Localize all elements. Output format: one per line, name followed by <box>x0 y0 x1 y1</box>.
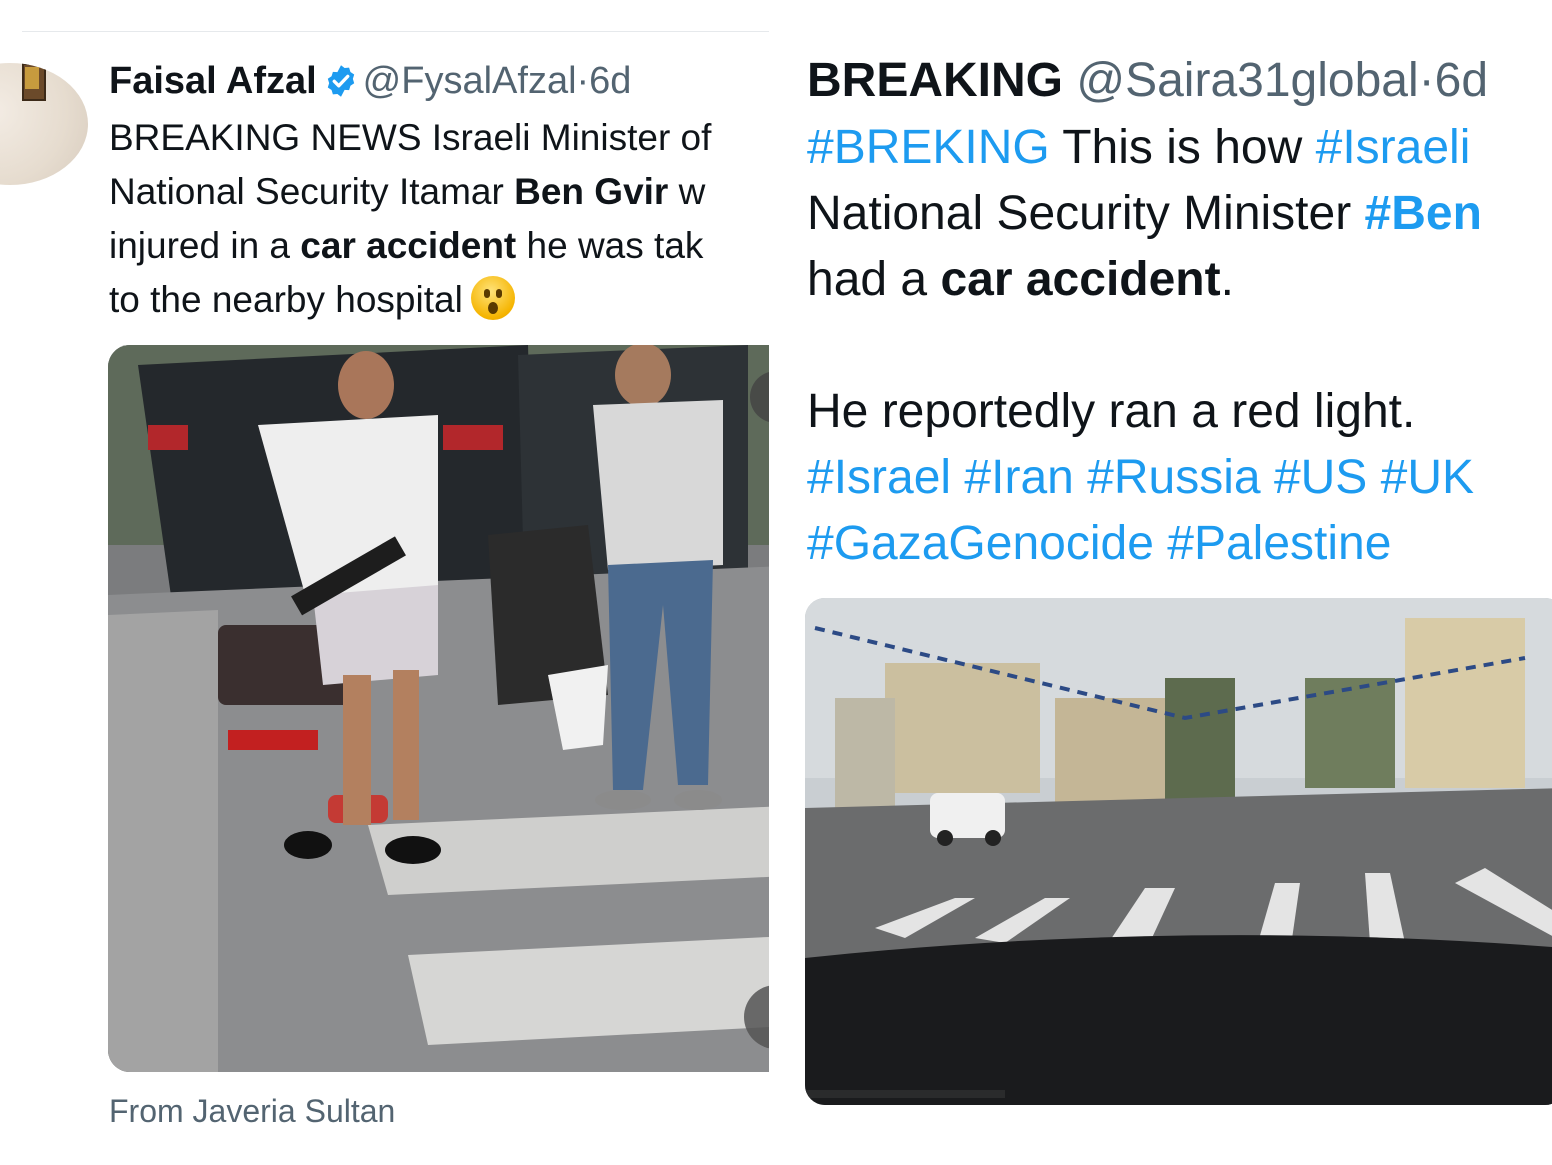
hashtag-link[interactable]: #BREKING <box>807 121 1050 174</box>
text-line: w <box>668 171 706 212</box>
avatar-picture-inner <box>25 67 39 89</box>
text-line: injured in a <box>109 225 301 266</box>
text-line: He reportedly ran a red light. <box>807 385 1416 438</box>
hashtag-link[interactable]: #Palestine <box>1167 517 1391 570</box>
text-line: he was tak <box>516 225 704 266</box>
hashtag-link[interactable]: #Iran <box>964 451 1073 504</box>
from-attribution[interactable]: From Javeria Sultan <box>109 1093 395 1130</box>
tweet-text: #BREKING This is how #Israeli National S… <box>807 115 1552 577</box>
hashtag-link[interactable]: #GazaGenocide <box>807 517 1154 570</box>
text-line: National Security Itamar <box>109 171 515 212</box>
hashtag-link[interactable]: #UK <box>1381 451 1474 504</box>
hushed-face-emoji-icon <box>470 276 515 320</box>
hashtag-link[interactable]: #Israel <box>807 451 951 504</box>
text-line: BREAKING NEWS Israeli Minister of <box>109 117 712 158</box>
bold-text: car accident <box>940 253 1221 306</box>
tweet-header: Faisal Afzal @FysalAfzal·6d <box>109 58 631 104</box>
hashtag-link[interactable]: #US <box>1274 451 1367 504</box>
divider <box>22 31 769 32</box>
left-tweet: Faisal Afzal @FysalAfzal·6d BREAKING NEWS… <box>0 0 769 1165</box>
avatar[interactable] <box>0 63 88 185</box>
tweet-video[interactable] <box>108 345 769 1072</box>
tweet-text: BREAKING NEWS Israeli Minister of Nation… <box>109 111 769 327</box>
hashtag-link[interactable]: #Israeli <box>1316 121 1471 174</box>
bold-text: Ben Gvir <box>514 171 669 212</box>
text-line: . <box>1220 253 1234 306</box>
author-name[interactable]: BREAKING <box>807 54 1063 107</box>
author-handle[interactable]: @FysalAfzal <box>363 60 577 102</box>
text-line: to the nearby hospital <box>109 279 463 320</box>
hashtag-link[interactable]: #Russia <box>1087 451 1260 504</box>
bold-text: car accident <box>300 225 517 266</box>
hashtag-link[interactable]: #Ben <box>1365 187 1482 240</box>
text-line: had a <box>807 253 941 306</box>
text-line: National Security Minister <box>807 187 1365 240</box>
author-handle[interactable]: @Saira31global <box>1076 54 1418 107</box>
timestamp[interactable]: 6d <box>1435 54 1488 107</box>
verified-badge-icon <box>323 63 359 99</box>
dot-separator: · <box>576 60 590 102</box>
tweet-video[interactable] <box>805 598 1552 1105</box>
author-name[interactable]: Faisal Afzal <box>109 60 317 102</box>
text-line: This is how <box>1049 121 1316 174</box>
timestamp[interactable]: 6d <box>589 60 631 102</box>
dot-separator: · <box>1418 54 1435 107</box>
right-tweet: BREAKING @Saira31global·6d #BREKING This… <box>785 0 1552 1165</box>
tweet-header: BREAKING @Saira31global·6d <box>807 52 1488 110</box>
